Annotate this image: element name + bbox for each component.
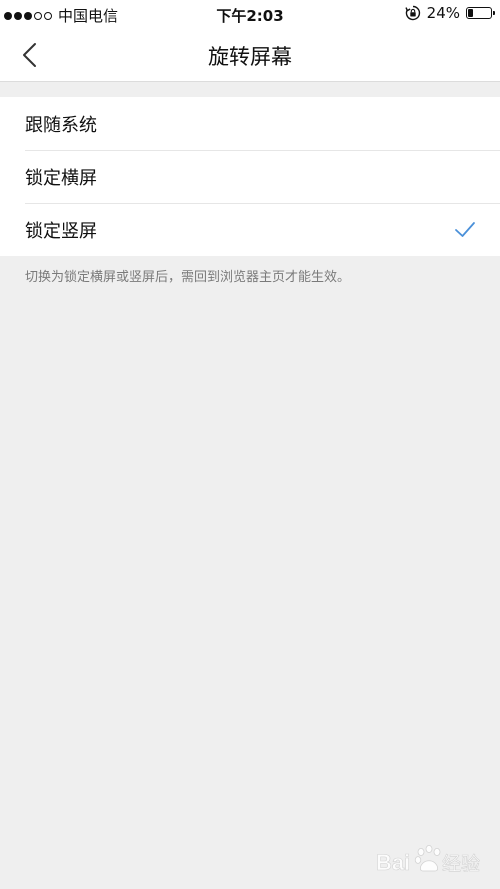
battery-icon xyxy=(466,7,495,19)
option-label: 锁定竖屏 xyxy=(25,220,97,242)
baidu-jingyan-watermark: Bai 经验 xyxy=(376,845,480,875)
navigation-bar: 旋转屏幕 xyxy=(0,28,500,82)
rotation-lock-icon xyxy=(405,5,420,21)
page-title: 旋转屏幕 xyxy=(208,45,292,69)
option-lock-landscape[interactable]: 锁定横屏 xyxy=(0,150,500,203)
option-label: 跟随系统 xyxy=(25,114,97,136)
svg-text:经验: 经验 xyxy=(442,853,480,875)
option-follow-system[interactable]: 跟随系统 xyxy=(0,97,500,150)
option-label: 锁定横屏 xyxy=(25,167,97,189)
battery-percent: 24% xyxy=(426,4,460,22)
svg-text:Bai: Bai xyxy=(376,850,410,875)
status-bar: 中国电信 下午2:03 24% xyxy=(0,0,500,28)
option-lock-portrait[interactable]: 锁定竖屏 xyxy=(0,203,500,256)
hint-text: 切换为锁定横屏或竖屏后，需回到浏览器主页才能生效。 xyxy=(25,270,351,285)
checkmark-icon xyxy=(455,222,475,237)
status-right: 24% xyxy=(405,4,495,22)
rotation-option-list: 跟随系统 锁定横屏 锁定竖屏 xyxy=(0,97,500,256)
battery-fill xyxy=(468,9,473,17)
